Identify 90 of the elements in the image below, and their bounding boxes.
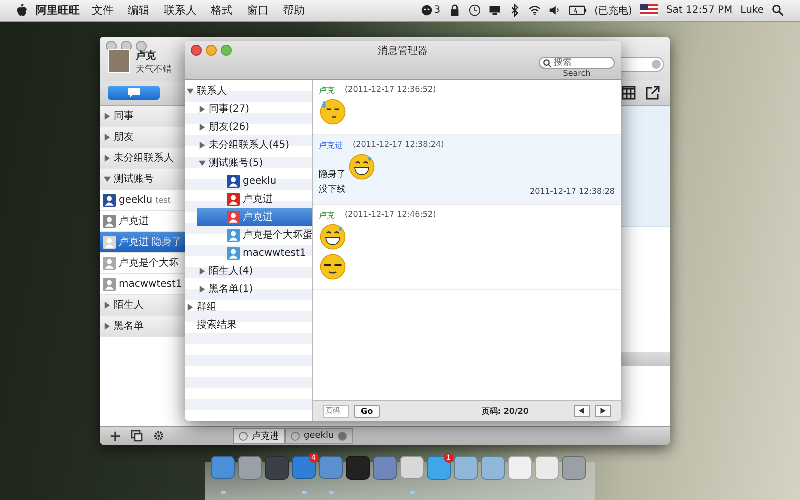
search-icon[interactable] [772,4,784,17]
window-title: 消息管理器 [378,44,428,59]
tree-contact-item[interactable]: 卢克是个大坏蛋 [197,226,312,244]
grid-icon[interactable] [622,86,636,100]
next-page-button[interactable] [595,405,611,417]
menu-item[interactable]: 格式 [211,3,233,18]
sender-name: 卢克进 [319,140,343,151]
tree-item[interactable]: 朋友(26) [209,120,250,134]
sweating-face-icon [319,98,347,126]
tree-contact-item[interactable]: macwwtest1 [197,244,312,262]
battery-status: (已充电) [594,4,632,18]
tree-item[interactable]: 群组 [197,300,217,314]
volume-icon[interactable] [548,4,561,17]
contact-group[interactable]: 朋友 [114,130,134,144]
search-icon [543,58,552,68]
tree-item[interactable]: 联系人 [197,84,227,98]
external-link-icon[interactable] [646,86,660,100]
settings-icon[interactable] [153,430,165,442]
menu-item[interactable]: 帮助 [283,3,305,18]
tree-item[interactable]: 未分组联系人(45) [209,138,290,152]
add-icon[interactable] [110,430,121,442]
search-label: Search [563,69,591,78]
clock-icon[interactable] [468,4,481,17]
disclosure-triangle-icon[interactable] [104,176,111,182]
contact-item[interactable]: 卢克进 隐身了 [100,232,185,253]
right-triangle-icon [600,408,606,414]
menu-item[interactable]: 编辑 [128,3,150,18]
contact-item[interactable]: 卢克是个大坏 [100,253,185,274]
left-triangle-icon [579,408,585,414]
speech-bubble-icon [127,87,141,99]
tree-contact-item[interactable]: 卢克进 [197,208,312,226]
app-menu[interactable]: 阿里旺旺 [36,3,80,18]
close-button[interactable] [191,45,202,56]
squinting-face-icon [319,253,347,281]
menu-item[interactable]: 联系人 [164,3,197,18]
chat-tab[interactable]: 卢克进 [233,428,285,444]
go-button[interactable]: Go [354,404,380,418]
disclosure-triangle-icon[interactable] [104,322,111,330]
wifi-icon[interactable] [528,4,541,17]
contact-group[interactable]: 同事 [114,109,134,123]
message-time: (2011-12-17 12:36:52) [345,85,436,96]
apple-logo-icon[interactable] [16,4,28,17]
chat-button[interactable] [108,86,160,100]
message-time: (2011-12-17 12:46:52) [345,210,436,221]
user-name[interactable]: Luke [740,5,764,16]
message-text: 隐身了 [319,168,346,181]
disclosure-triangle-icon[interactable] [199,286,206,292]
contact-item[interactable]: geeklu test [100,190,185,211]
disclosure-triangle-icon[interactable] [104,302,111,308]
tree-contact-item[interactable]: 卢克进 [197,190,312,208]
disclosure-triangle-icon[interactable] [187,304,194,310]
grinning-face-icon [319,223,347,251]
tree-contact-item[interactable]: geeklu [197,172,312,190]
battery-icon[interactable] [568,4,587,17]
tree-item[interactable]: 搜索结果 [197,318,237,332]
previous-page-button[interactable] [574,405,590,417]
disclosure-triangle-icon[interactable] [199,124,206,130]
profile-name: 卢克 [136,50,157,63]
display-icon[interactable] [488,4,501,17]
chat-status-icon[interactable] [421,4,434,17]
chat-window-icon[interactable] [131,430,143,442]
disclosure-triangle-icon[interactable] [199,160,206,166]
menu-clock[interactable]: Sat 12:57 PM [666,5,733,16]
chat-tab[interactable]: geeklu [285,428,354,444]
lock-icon[interactable] [448,4,461,17]
message-text: 没下线 [319,184,346,196]
sender-name: 卢克 [319,210,335,221]
zoom-button[interactable] [136,41,147,52]
grinning-face-icon [348,153,376,181]
disclosure-triangle-icon[interactable] [199,142,206,148]
tree-item[interactable]: 陌生人(4) [209,264,254,278]
tree-item[interactable]: 测试账号(5) [209,156,264,170]
profile-status: 天气不错 [136,64,172,76]
message-time: (2011-12-17 12:38:24) [353,140,444,151]
disclosure-triangle-icon[interactable] [187,88,194,94]
message-time: 2011-12-17 12:38:28 [530,187,615,196]
avatar-photo-placeholder [108,49,130,73]
menu-item[interactable]: 文件 [92,3,114,18]
flag-icon[interactable] [640,4,658,17]
page-indicator: 页码: 20/20 [482,406,529,416]
disclosure-triangle-icon[interactable] [104,154,111,162]
disclosure-triangle-icon[interactable] [199,106,206,112]
disclosure-triangle-icon[interactable] [104,112,111,120]
tree-item[interactable]: 同事(27) [209,102,250,116]
disclosure-triangle-icon[interactable] [104,134,111,140]
menu-item[interactable]: 窗口 [247,3,269,18]
sender-name: 卢克 [319,85,335,96]
notification-count: 3 [434,5,441,16]
disclosure-triangle-icon[interactable] [199,268,206,274]
tree-item[interactable]: 黑名单(1) [209,282,254,296]
